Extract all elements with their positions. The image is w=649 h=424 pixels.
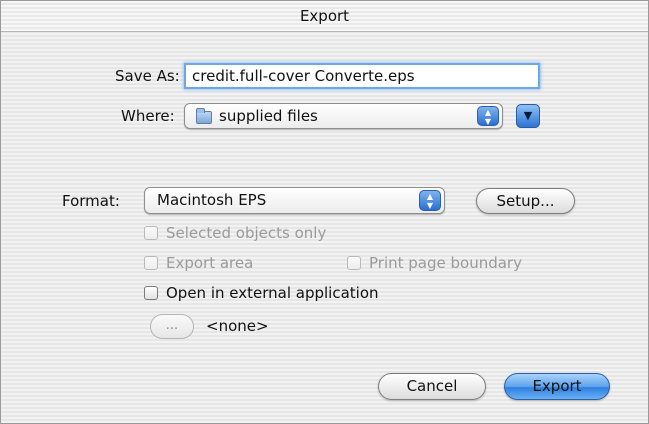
application-value: <none> (206, 317, 269, 335)
open-in-external-application-checkbox[interactable] (144, 286, 158, 300)
up-down-arrows-icon: ▲ ▼ (419, 190, 441, 211)
export-area-label: Export area (166, 254, 254, 272)
open-in-external-application-label: Open in external application (166, 284, 379, 302)
expand-dialog-button[interactable]: ▼ (516, 104, 540, 128)
window-title: Export (1, 1, 648, 32)
format-label: Format: (62, 192, 120, 210)
where-label: Where: (121, 107, 175, 125)
where-popup-value: supplied files (219, 107, 318, 125)
choose-application-button[interactable]: ... (150, 314, 194, 339)
export-button[interactable]: Export (504, 373, 610, 400)
print-page-boundary-checkbox[interactable] (347, 256, 361, 270)
triangle-down-icon: ▼ (523, 109, 533, 122)
save-as-label: Save As: (115, 67, 180, 85)
print-page-boundary-label: Print page boundary (369, 254, 522, 272)
export-area-checkbox[interactable] (144, 256, 158, 270)
selected-objects-only-checkbox[interactable] (144, 226, 158, 240)
setup-button[interactable]: Setup... (476, 188, 575, 214)
format-popup-value: Macintosh EPS (157, 191, 267, 209)
folder-icon (196, 108, 212, 124)
selected-objects-only-label: Selected objects only (166, 224, 327, 242)
cancel-button[interactable]: Cancel (378, 373, 486, 400)
save-as-input[interactable] (184, 63, 540, 89)
up-down-arrows-icon: ▲ ▼ (477, 106, 499, 126)
export-dialog: Export Save As: Where: supplied files ▲▼… (0, 0, 649, 424)
where-popup[interactable]: supplied files ▲ ▼ (184, 103, 503, 129)
format-popup[interactable]: Macintosh EPS ▲ ▼ (144, 187, 445, 214)
